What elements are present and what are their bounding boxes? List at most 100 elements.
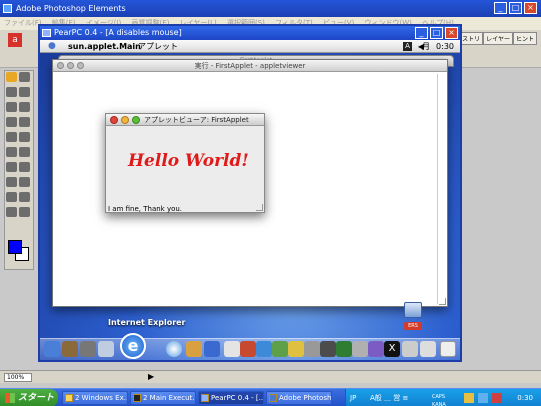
pearpc-icon xyxy=(201,394,209,402)
photoshop-window-controls: _ □ × xyxy=(494,2,537,14)
app-icon-7[interactable] xyxy=(320,341,336,357)
app-icon-11[interactable] xyxy=(402,341,418,357)
folder-icon xyxy=(65,394,73,402)
ical-icon[interactable] xyxy=(186,341,202,357)
tray-icon-3[interactable] xyxy=(492,393,502,403)
status-arrow-icon[interactable]: ▶ xyxy=(148,372,154,381)
pearpc-maximize-button[interactable]: □ xyxy=(430,27,443,39)
internet-explorer-icon[interactable]: e xyxy=(120,333,146,359)
windows-logo-icon xyxy=(5,393,15,403)
blur-tool-icon[interactable] xyxy=(19,162,30,172)
mac-menu-applet[interactable]: アプレット xyxy=(138,40,178,53)
brush-tool-icon[interactable] xyxy=(19,102,30,112)
taskbar-button-label: 2 Main Execut... xyxy=(143,394,196,402)
windows-taskbar: スタート 2 Windows Ex... 2 Main Execut... Pe… xyxy=(0,388,541,406)
app-icon-12[interactable] xyxy=(420,341,436,357)
appletviewer-titlebar[interactable]: 実行 - FirstApplet - appletviewer xyxy=(53,60,447,72)
pearpc-title: PearPC 0.4 - [A disables mouse] xyxy=(54,28,182,37)
close-dot-icon[interactable] xyxy=(57,62,64,69)
system-prefs-icon[interactable] xyxy=(80,341,96,357)
apple-menu-icon[interactable]: ● xyxy=(48,40,56,53)
taskbar-button-pearpc[interactable]: PearPC 0.4 - [... xyxy=(198,391,264,405)
bucket-tool-icon[interactable] xyxy=(6,147,17,157)
ime-indicator[interactable]: A xyxy=(403,42,412,51)
marquee-tool-icon[interactable] xyxy=(6,87,17,97)
maximize-button[interactable]: □ xyxy=(509,2,522,14)
minimize-dot-icon[interactable] xyxy=(67,62,74,69)
app-icon-3[interactable] xyxy=(256,341,272,357)
photoshop-app-icon xyxy=(3,4,12,13)
taskbar-button-photoshop[interactable]: Adobe Photosh... xyxy=(266,391,332,405)
taskbar-button-main[interactable]: 2 Main Execut... xyxy=(130,391,196,405)
tray-icon-2[interactable] xyxy=(478,393,488,403)
start-label: スタート xyxy=(18,393,55,403)
resize-grip-icon[interactable] xyxy=(256,204,263,211)
pencil-tool-icon[interactable] xyxy=(19,132,30,142)
hard-disk-icon[interactable] xyxy=(404,302,422,318)
app-icon-10[interactable] xyxy=(368,341,384,357)
taskbar-button-explorer[interactable]: 2 Windows Ex... xyxy=(62,391,128,405)
first-applet-titlebar[interactable]: アプレットビューア: FirstApplet xyxy=(106,114,264,126)
sponge-tool-icon[interactable] xyxy=(6,177,17,187)
minimize-button[interactable]: _ xyxy=(494,2,507,14)
window-buttons xyxy=(57,62,84,69)
pearpc-close-button[interactable]: × xyxy=(445,27,458,39)
app-icon-6[interactable] xyxy=(304,341,320,357)
app-icon-5[interactable] xyxy=(288,341,304,357)
tray-icon-1[interactable] xyxy=(464,393,474,403)
zoom-dot-icon[interactable] xyxy=(77,62,84,69)
applet-status-text: I am fine, Thank you. xyxy=(108,205,183,213)
ers-label[interactable]: ERS xyxy=(404,322,422,330)
gradient-tool-icon[interactable] xyxy=(19,147,30,157)
magic-wand-icon[interactable] xyxy=(19,87,30,97)
app-icon-8[interactable] xyxy=(336,341,352,357)
sherlock-icon[interactable] xyxy=(62,341,78,357)
safari-icon[interactable] xyxy=(166,341,182,357)
trash-icon[interactable] xyxy=(440,341,456,357)
app-icon-1[interactable] xyxy=(224,341,240,357)
mac-clock[interactable]: 0:30 xyxy=(436,40,454,53)
menu-file[interactable]: ファイル(F) xyxy=(4,19,42,27)
hand-tool-icon[interactable] xyxy=(6,207,17,217)
lasso-tool-icon[interactable] xyxy=(6,102,17,112)
mail-icon[interactable] xyxy=(98,341,114,357)
minimize-icon[interactable] xyxy=(121,116,129,124)
zoom-icon[interactable] xyxy=(132,116,140,124)
close-icon[interactable] xyxy=(110,116,118,124)
photoshop-titlebar: Adobe Photoshop Elements xyxy=(0,0,541,17)
appletviewer-scrollbar[interactable] xyxy=(437,74,443,304)
zoom-tool-icon[interactable] xyxy=(19,207,30,217)
app-icon-4[interactable] xyxy=(272,341,288,357)
system-tray: JP A般 ＿ 営 ≡ CAPS KANA 0:30 xyxy=(345,389,541,406)
dodge-tool-icon[interactable] xyxy=(19,177,30,187)
foreground-color-swatch[interactable] xyxy=(8,240,22,254)
tab-layers[interactable]: レイヤー xyxy=(483,32,513,45)
zoom-field[interactable]: 100% xyxy=(4,373,32,382)
mac-dock: e X xyxy=(40,333,460,360)
language-indicator[interactable]: JP xyxy=(350,389,356,406)
close-button[interactable]: × xyxy=(524,2,537,14)
mac-app-name[interactable]: sun.applet.Main xyxy=(68,40,141,53)
photoshop-title: Adobe Photoshop Elements xyxy=(16,4,126,13)
resize-grip-icon[interactable] xyxy=(439,298,446,305)
ime-toolbar[interactable]: A般 ＿ 営 ≡ xyxy=(370,389,408,406)
type-tool-icon[interactable] xyxy=(19,117,30,127)
itunes-icon[interactable] xyxy=(204,341,220,357)
eyedropper-tool-icon[interactable] xyxy=(6,192,17,202)
system-clock[interactable]: 0:30 xyxy=(517,389,533,406)
pearpc-titlebar[interactable]: PearPC 0.4 - [A disables mouse] _ □ × xyxy=(40,26,460,40)
taskbar-button-label: 2 Windows Ex... xyxy=(75,394,128,402)
stamp-tool-icon[interactable] xyxy=(6,162,17,172)
eraser-tool-icon[interactable] xyxy=(6,132,17,142)
pearpc-minimize-button[interactable]: _ xyxy=(415,27,428,39)
move-tool-icon[interactable] xyxy=(6,72,17,82)
crop-tool-icon[interactable] xyxy=(6,117,17,127)
tab-hints[interactable]: ヒント xyxy=(512,32,537,45)
start-button[interactable]: スタート xyxy=(0,389,58,406)
x11-icon[interactable]: X xyxy=(384,341,400,357)
red-eye-tool-icon[interactable] xyxy=(19,192,30,202)
finder-icon[interactable] xyxy=(44,341,60,357)
pointer-tool-icon[interactable] xyxy=(19,72,30,82)
app-icon-2[interactable] xyxy=(240,341,256,357)
app-icon-9[interactable] xyxy=(352,341,368,357)
